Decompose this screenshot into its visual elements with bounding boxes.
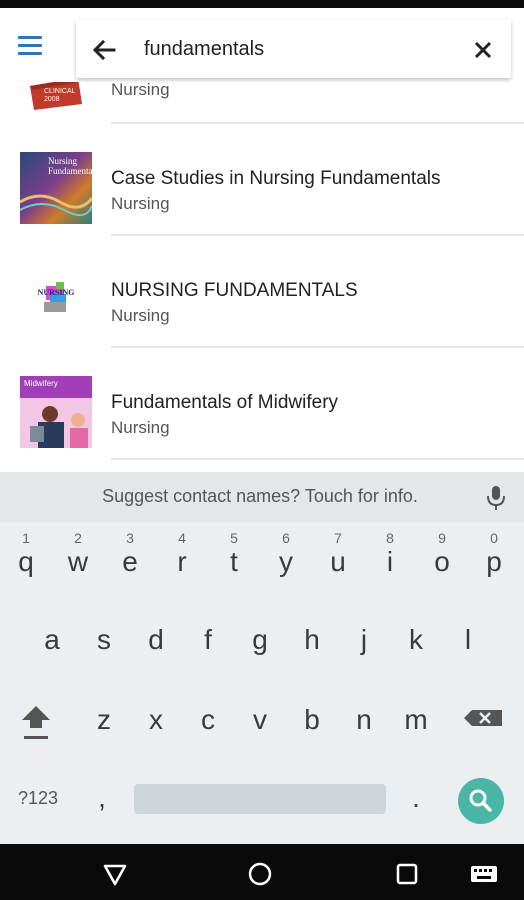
key-h[interactable]: h bbox=[286, 608, 338, 668]
key-a[interactable]: a bbox=[26, 608, 78, 668]
result-item[interactable]: Nursing Fundamentals Case Studies in Nur… bbox=[0, 124, 524, 236]
search-key[interactable] bbox=[458, 778, 504, 824]
key-j[interactable]: j bbox=[338, 608, 390, 668]
key-o[interactable]: 9o bbox=[416, 530, 468, 590]
key-p[interactable]: 0p bbox=[468, 530, 520, 590]
key-w[interactable]: 2w bbox=[52, 530, 104, 590]
key-k[interactable]: k bbox=[390, 608, 442, 668]
nav-keyboard-button[interactable] bbox=[468, 860, 500, 888]
result-item[interactable]: CLINICAL 2008 Nursing bbox=[0, 82, 524, 124]
result-item[interactable]: NURSING FUNDAMENTALS NURSING FUNDAMENTAL… bbox=[0, 236, 524, 348]
search-input[interactable] bbox=[144, 32, 444, 66]
divider bbox=[111, 458, 524, 460]
mic-button[interactable] bbox=[484, 484, 508, 512]
key-q[interactable]: 1q bbox=[0, 530, 52, 590]
key-l[interactable]: l bbox=[442, 608, 494, 668]
book-cover-text: CLINICAL 2008 bbox=[44, 88, 76, 103]
key-b[interactable]: b bbox=[286, 688, 338, 748]
book-cover: CLINICAL 2008 bbox=[26, 82, 84, 112]
suggestion-strip[interactable]: Suggest contact names? Touch for info. bbox=[0, 472, 524, 522]
microphone-icon bbox=[487, 486, 505, 510]
key-v[interactable]: v bbox=[234, 688, 286, 748]
key-i[interactable]: 8i bbox=[364, 530, 416, 590]
result-subtitle: Nursing bbox=[111, 306, 170, 325]
search-icon bbox=[469, 789, 492, 812]
key-z[interactable]: z bbox=[78, 688, 130, 748]
menu-button[interactable] bbox=[18, 36, 48, 60]
book-cover: NURSING FUNDAMENTALS bbox=[20, 264, 92, 336]
nav-recents-button[interactable] bbox=[392, 860, 422, 888]
result-subtitle: Nursing bbox=[111, 194, 170, 213]
period-key[interactable]: . bbox=[390, 768, 442, 828]
back-button[interactable] bbox=[88, 34, 120, 66]
book-cover-text: NURSING FUNDAMENTALS bbox=[37, 288, 75, 297]
key-g[interactable]: g bbox=[234, 608, 286, 668]
book-cover-text: Nursing Fundamentals bbox=[48, 156, 92, 176]
status-bar bbox=[0, 0, 524, 8]
close-icon bbox=[474, 41, 492, 59]
search-results-list: CLINICAL 2008 Nursing Nursing Fundament … bbox=[0, 82, 524, 472]
nav-home-button[interactable] bbox=[245, 860, 275, 888]
search-bar bbox=[76, 20, 511, 78]
result-title: Case Studies in Nursing Fundamentals bbox=[111, 168, 441, 189]
result-title: Fundamentals of Midwifery bbox=[111, 392, 339, 413]
key-s[interactable]: s bbox=[78, 608, 130, 668]
suggestion-text: Suggest contact names? Touch for info. bbox=[102, 486, 418, 506]
triangle-back-icon bbox=[103, 864, 127, 886]
book-cover: Nursing Fundamentals bbox=[20, 152, 92, 224]
shift-icon bbox=[22, 706, 50, 739]
key-c[interactable]: c bbox=[182, 688, 234, 748]
arrow-left-icon bbox=[92, 39, 116, 61]
key-r[interactable]: 4r bbox=[156, 530, 208, 590]
shift-key[interactable] bbox=[10, 688, 62, 748]
symbols-key[interactable]: ?123 bbox=[10, 768, 66, 828]
space-key[interactable] bbox=[134, 784, 386, 814]
key-x[interactable]: x bbox=[130, 688, 182, 748]
backspace-key[interactable] bbox=[458, 688, 510, 748]
key-n[interactable]: n bbox=[338, 688, 390, 748]
nav-back-button[interactable] bbox=[100, 860, 130, 888]
key-d[interactable]: d bbox=[130, 608, 182, 668]
key-e[interactable]: 3e bbox=[104, 530, 156, 590]
result-subtitle: Nursing bbox=[111, 418, 170, 437]
key-u[interactable]: 7u bbox=[312, 530, 364, 590]
book-cover: Midwifery bbox=[20, 376, 92, 448]
keyboard-icon bbox=[471, 866, 497, 882]
result-subtitle: Nursing bbox=[111, 82, 170, 99]
app-bar bbox=[0, 8, 524, 82]
key-f[interactable]: f bbox=[182, 608, 234, 668]
key-y[interactable]: 6y bbox=[260, 530, 312, 590]
circle-home-icon bbox=[248, 862, 272, 886]
book-cover-text: Midwifery bbox=[24, 379, 58, 388]
hamburger-icon bbox=[18, 36, 42, 39]
backspace-icon bbox=[464, 710, 502, 726]
comma-key[interactable]: , bbox=[76, 768, 128, 828]
result-title: NURSING FUNDAMENTALS bbox=[111, 280, 358, 301]
key-m[interactable]: m bbox=[390, 688, 442, 748]
system-nav-bar bbox=[0, 844, 524, 900]
soft-keyboard: Suggest contact names? Touch for info. 1… bbox=[0, 472, 524, 844]
clear-search-button[interactable] bbox=[469, 36, 497, 64]
key-t[interactable]: 5t bbox=[208, 530, 260, 590]
result-item[interactable]: Midwifery Fundamentals of Midwifery Nurs… bbox=[0, 348, 524, 460]
square-recents-icon bbox=[396, 863, 418, 885]
